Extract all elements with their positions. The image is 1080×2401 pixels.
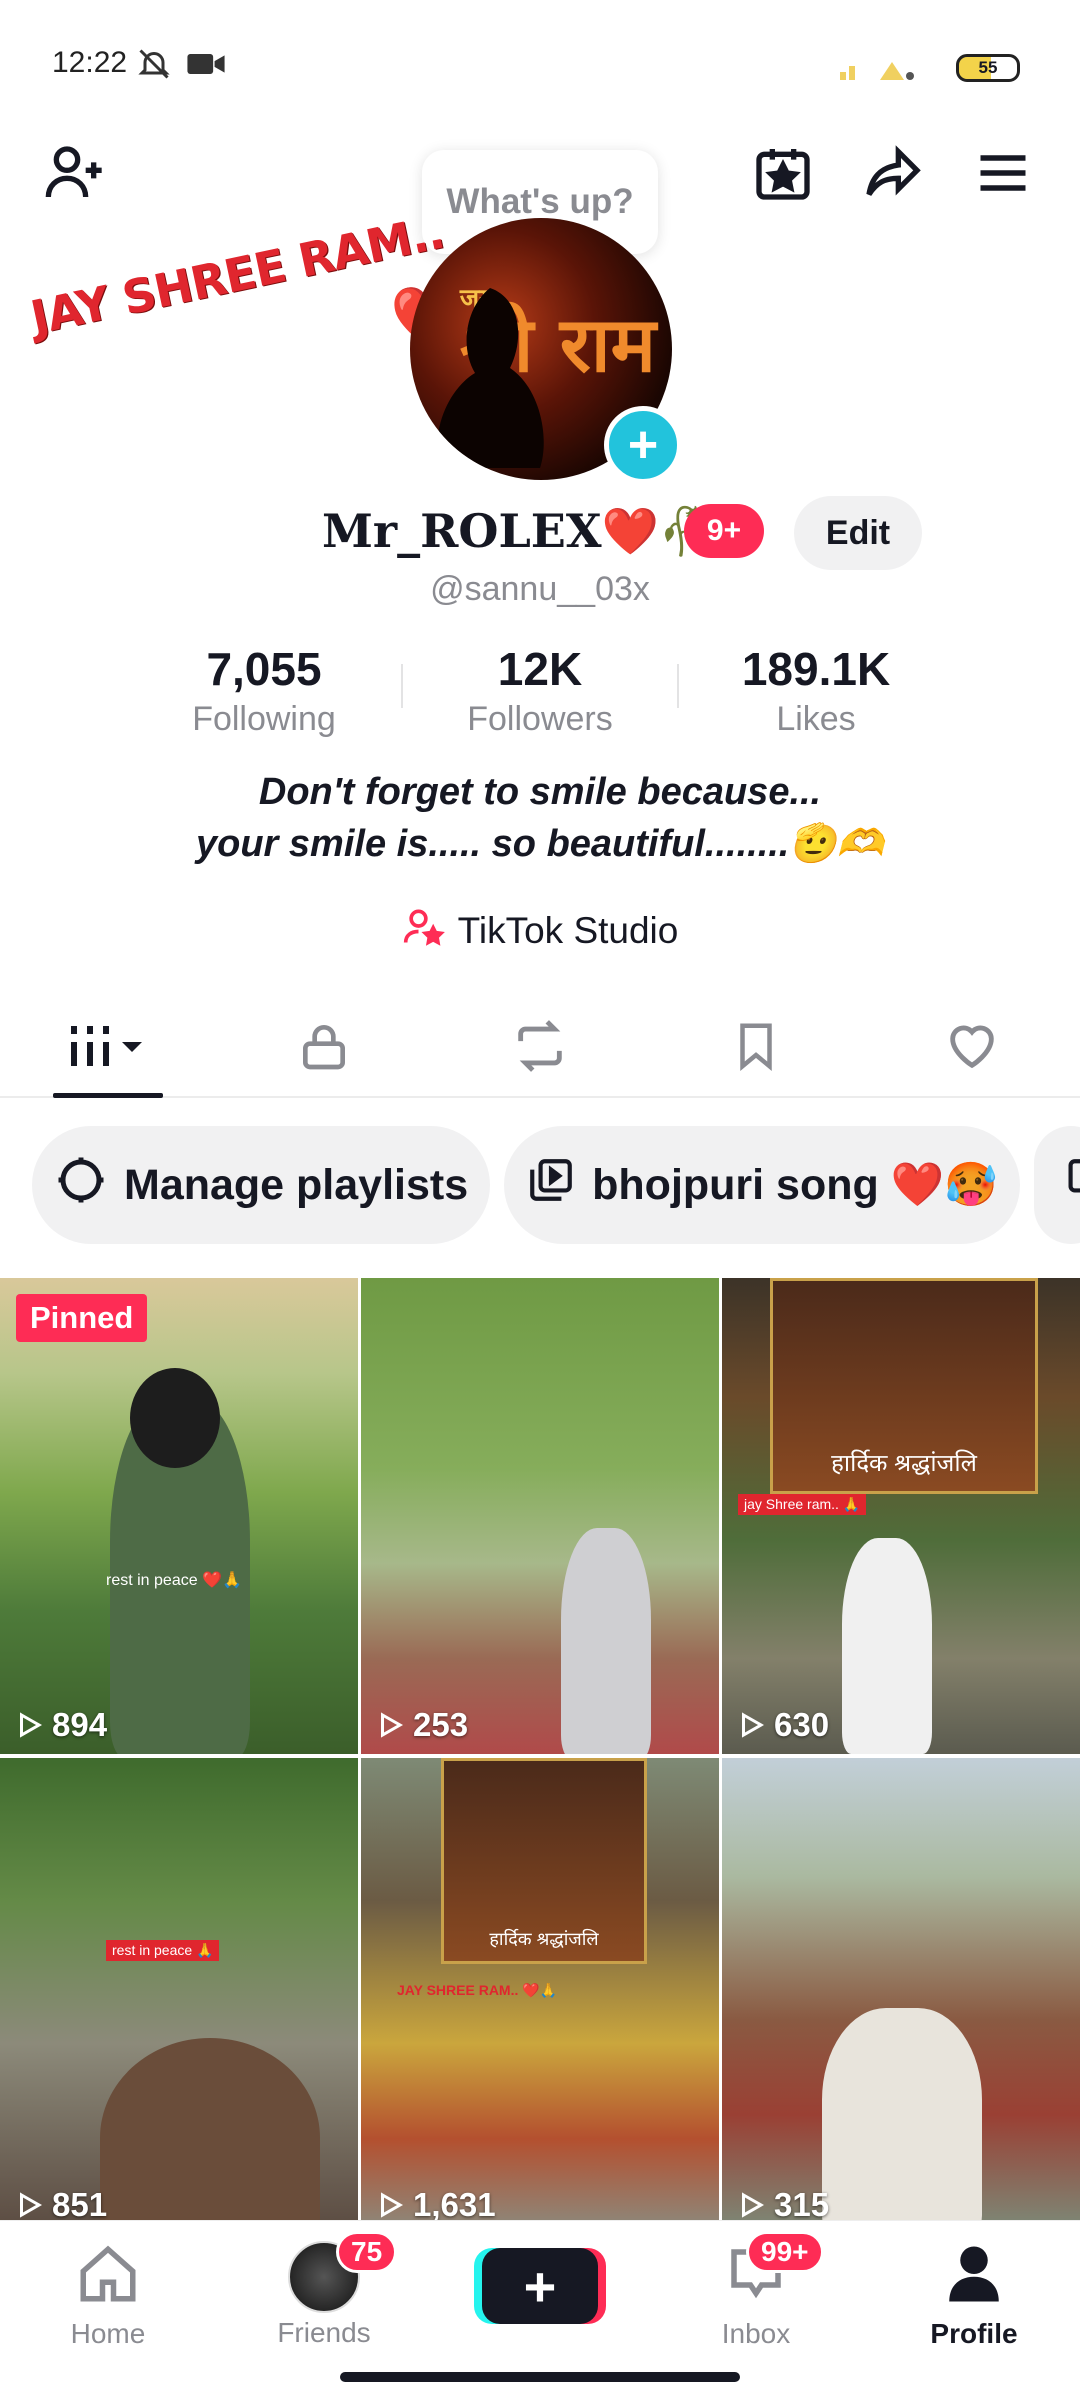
video-tile[interactable]: rest in peace 🙏 851 — [0, 1758, 358, 2234]
play-icon — [381, 1712, 404, 1738]
playlist-icon — [526, 1155, 576, 1216]
chip-label: bhojpuri song ❤️🥵 — [592, 1161, 998, 1209]
video-tile[interactable]: 253 — [361, 1278, 719, 1754]
tab-favorites[interactable] — [648, 1000, 864, 1096]
edit-profile-button[interactable]: Edit — [794, 496, 922, 570]
playlist-chip[interactable]: bhojpuri song ❤️🥵 — [504, 1126, 1020, 1244]
friends-badge: 75 — [336, 2231, 398, 2273]
person-head — [130, 1368, 220, 1468]
tab-videos[interactable] — [0, 1000, 216, 1096]
playlist-chips: Manage playlists bhojpuri song ❤️🥵 — [32, 1126, 1080, 1244]
stat-likes[interactable]: 189.1K Likes — [686, 642, 946, 739]
video-tag: JAY SHREE RAM.. ❤️🙏 — [397, 1982, 558, 1998]
mute-bell-icon — [136, 46, 172, 87]
divider — [677, 664, 679, 708]
play-icon — [20, 1712, 43, 1738]
calendar-star-icon[interactable] — [748, 138, 818, 208]
video-tile[interactable]: 315 — [722, 1758, 1080, 2234]
grid-dropdown-icon — [66, 1018, 150, 1079]
username-handle: @sannu__03x — [430, 570, 650, 608]
add-story-button[interactable]: + — [604, 406, 682, 484]
overlay-text: JAY SHREE RAM.. — [26, 204, 449, 345]
playlist-icon — [1056, 1155, 1080, 1216]
manage-playlists-chip[interactable]: Manage playlists — [32, 1126, 491, 1244]
video-tile[interactable]: हार्दिक श्रद्धांजलि jay Shree ram.. 🙏 63… — [722, 1278, 1080, 1754]
display-name: Mr_ROLEX❤️🥀 — [322, 504, 717, 558]
poster-caption: हार्दिक श्रद्धांजलि — [831, 1450, 977, 1477]
view-count: 851 — [14, 2186, 107, 2224]
signal-icon — [840, 52, 930, 87]
tab-private[interactable] — [216, 1000, 432, 1096]
create-button[interactable]: + — [482, 2248, 598, 2324]
tab-liked[interactable] — [864, 1000, 1080, 1096]
battery-indicator: 55 — [956, 54, 1020, 82]
heart-outline-icon — [943, 1017, 1001, 1080]
play-icon — [742, 1712, 765, 1738]
video-tile[interactable]: rest in peace ❤️🙏 Pinned 894 — [0, 1278, 358, 1754]
content-tabs — [0, 1000, 1080, 1098]
add-friend-icon[interactable] — [40, 138, 110, 208]
creator-star-icon — [402, 904, 446, 957]
repost-icon — [511, 1017, 569, 1080]
tribute-poster: हार्दिक श्रद्धांजलि — [770, 1278, 1038, 1494]
video-caption: rest in peace ❤️🙏 — [106, 1572, 242, 1589]
nav-home[interactable]: Home — [28, 2241, 188, 2350]
video-tag: jay Shree ram.. 🙏 — [738, 1494, 867, 1515]
lock-icon — [296, 1018, 352, 1079]
view-count: 630 — [736, 1706, 829, 1744]
person-figure — [561, 1528, 651, 1754]
profile-icon — [941, 2241, 1007, 2314]
bookmark-icon — [729, 1019, 783, 1078]
tribute-poster: हार्दिक श्रद्धांजलि — [441, 1758, 647, 1964]
stat-followers[interactable]: 12K Followers — [410, 642, 670, 739]
share-icon[interactable] — [858, 138, 928, 208]
plus-icon: + — [523, 2254, 557, 2318]
nav-profile[interactable]: Profile — [894, 2241, 1054, 2350]
view-count: 1,631 — [375, 2186, 496, 2224]
view-count: 894 — [14, 1706, 107, 1744]
view-count: 315 — [736, 2186, 829, 2224]
studio-label: TikTok Studio — [457, 909, 679, 951]
person-figure — [822, 2008, 982, 2234]
playlist-chip-partial[interactable] — [1033, 1126, 1080, 1244]
poster-caption: हार्दिक श्रद्धांजलि — [489, 1929, 599, 1949]
view-count: 253 — [375, 1706, 468, 1744]
video-caption: rest in peace 🙏 — [106, 1940, 220, 1961]
notification-badge[interactable]: 9+ — [684, 504, 764, 558]
chip-label: Manage playlists — [124, 1160, 469, 1209]
stat-following[interactable]: 7,055 Following — [134, 642, 394, 739]
video-tile[interactable]: हार्दिक श्रद्धांजलि JAY SHREE RAM.. ❤️🙏 … — [361, 1758, 719, 2234]
tab-reposts[interactable] — [432, 1000, 648, 1096]
status-time: 12:22 — [52, 46, 128, 79]
home-icon — [75, 2241, 141, 2314]
divider — [401, 664, 403, 708]
person-figure — [100, 2038, 320, 2234]
pinned-badge: Pinned — [16, 1294, 148, 1342]
bio: Don't forget to smile because... your sm… — [196, 771, 884, 865]
person-figure — [842, 1538, 932, 1754]
video-grid: rest in peace ❤️🙏 Pinned 894 253 हार्दिक… — [0, 1278, 1080, 2234]
play-icon — [742, 2192, 765, 2218]
status-icons — [136, 46, 226, 87]
play-icon — [381, 2192, 404, 2218]
deity-silhouette-icon — [437, 288, 544, 468]
play-icon — [20, 2192, 43, 2218]
inbox-badge: 99+ — [746, 2231, 824, 2273]
home-indicator — [340, 2372, 740, 2382]
menu-icon[interactable] — [968, 138, 1038, 208]
video-camera-icon — [186, 49, 226, 84]
tiktok-studio-link[interactable]: TikTok Studio — [0, 904, 1080, 957]
gear-icon — [54, 1153, 108, 1218]
